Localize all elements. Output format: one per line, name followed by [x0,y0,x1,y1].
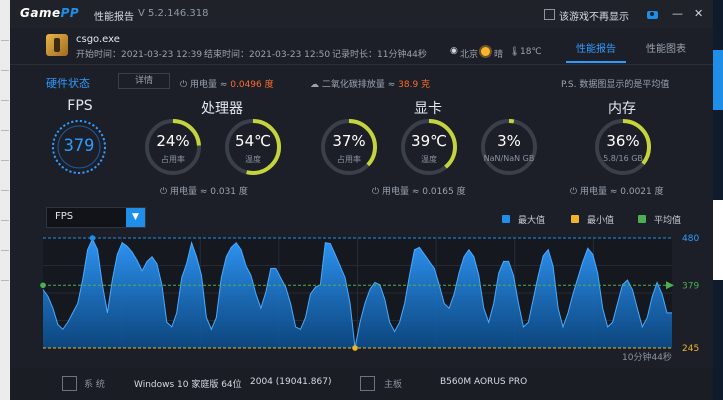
legend-min-label: 最小值 [587,216,615,226]
background-window-edge [0,0,10,400]
gpu-vram-value: 3% [497,132,521,150]
cpu-title: 处理器 [201,101,243,117]
fps-chart-svg: 480 379 245 10分钟44秒 [40,234,699,363]
hardware-status-label: 硬件状态 [46,77,90,90]
fps-gauge: 379 [50,118,108,176]
motherboard-label: 主板 [384,380,403,390]
city: 北京 [460,50,479,60]
cpu-temp-label: 温度 [245,155,261,164]
metric-select[interactable]: FPS ▼ [46,207,146,228]
x-axis-duration-label: 10分钟44秒 [622,351,672,363]
start-time: 开始时间：2021-03-23 12:39 [76,50,203,60]
gpu-temp-label: 温度 [421,155,437,164]
gpu-usage-label: 占用率 [337,155,361,164]
os-label: 系 统 [84,380,105,390]
gpu-vram-label: NaN/NaN GB [483,154,535,163]
game-name: csgo.exe [76,34,120,45]
gpu-vram-gauge: 3% NaN/NaN GB [480,118,538,176]
power-icon: ⏻ [160,187,168,197]
legend-avg-swatch [638,215,646,223]
power-icon: ⏻ [570,187,578,197]
os-value: Windows 10 家庭版 64位 [134,380,242,390]
os-build: 2004 (19041.867) [250,377,332,387]
memory-usage-gauge: 36% 5.8/16 GB [594,118,652,176]
active-tab-indicator [566,61,626,63]
memory-usage-value: 36% [606,132,640,150]
chevron-down-icon[interactable]: ▼ [126,208,145,227]
close-icon[interactable]: ✕ [694,8,703,20]
sun-icon [481,47,490,56]
system-info-bar: 系 统 Windows 10 家庭版 64位 2004 (19041.867) … [10,368,713,400]
cpu-temp-gauge: 54℃ 温度 [224,118,282,176]
gpu-title: 显卡 [414,101,442,117]
motherboard-icon [360,376,375,391]
window-title: 性能报告 [94,12,134,23]
screenshot-icon[interactable] [647,11,658,19]
cpu-temp-value: 54℃ [235,132,271,150]
system-icon [62,376,77,391]
minimize-icon[interactable]: — [672,8,683,20]
background-desktop-edge [713,0,723,400]
title-bar: GamePP 性能报告 V 5.2.146.318 该游戏不再显示 — ✕ [10,0,713,28]
co2-total: ☁ 二氧化碳排放量 ≈ 38.9 克 [310,80,431,90]
gamepp-window: GamePP 性能报告 V 5.2.146.318 该游戏不再显示 — ✕ cs… [10,0,713,400]
cpu-usage-gauge: 24% 占用率 [144,118,202,176]
memory-power: ⏻ 用电量 ≈ 0.0021 度 [570,187,664,197]
legend-max-swatch [502,215,510,223]
avg-point [40,282,46,289]
cpu-usage-label: 占用率 [161,155,185,164]
gpu-power: ⏻ 用电量 ≈ 0.0165 度 [372,187,466,197]
avg-value-label: 379 [682,281,699,291]
cpu-usage-value: 24% [156,132,190,150]
thermometer-icon: 🌡 [509,47,521,57]
cpu-power: ⏻ 用电量 ≈ 0.031 度 [160,187,248,197]
min-point [352,345,358,351]
location-pin-icon: ◉ [450,46,458,56]
gpu-temp-gauge: 39℃ 温度 [400,118,458,176]
power-total: ⏻ 用电量 ≈ 0.0496 度 [180,80,274,90]
gpu-usage-value: 37% [332,132,366,150]
legend-min-swatch [571,215,579,223]
app-version: V 5.2.146.318 [138,8,209,19]
header-divider [10,64,713,65]
gpu-usage-gauge: 37% 占用率 [320,118,378,176]
max-value-label: 480 [682,234,699,244]
outdoor-temp: 18℃ [520,47,542,57]
weather: 晴 [494,50,504,60]
fps-value: 379 [63,136,95,156]
min-value-label: 245 [682,344,699,354]
gpu-temp-value: 39℃ [411,132,447,150]
game-icon [46,34,68,56]
details-button[interactable]: 详情 [118,73,170,89]
tab-performance-report[interactable]: 性能报告 [576,40,616,55]
memory-title: 内存 [608,101,636,117]
app-logo: GamePP [20,6,80,20]
legend-avg-label: 平均值 [654,216,682,226]
average-note: P.S. 数据图显示的是平均值 [561,80,670,90]
hide-game-checkbox[interactable] [544,9,555,20]
record-duration: 记录时长：11分钟44秒 [332,50,427,60]
memory-usage-label: 5.8/16 GB [603,154,643,163]
legend-max-label: 最大值 [518,216,546,226]
motherboard-value: B560M AORUS PRO [440,377,528,387]
fps-chart: 480 379 245 10分钟44秒 [10,230,713,372]
tab-performance-chart[interactable]: 性能图表 [646,40,686,55]
end-time: 结束时间：2021-03-23 12:50 [204,50,331,60]
metric-select-value: FPS [55,211,74,222]
hide-game-label: 该游戏不再显示 [559,12,629,23]
power-icon: ⏻ [372,187,380,197]
max-point [89,235,96,241]
co2-icon: ☁ [310,80,319,90]
fps-title: FPS [67,98,93,114]
power-icon: ⏻ [180,80,188,90]
